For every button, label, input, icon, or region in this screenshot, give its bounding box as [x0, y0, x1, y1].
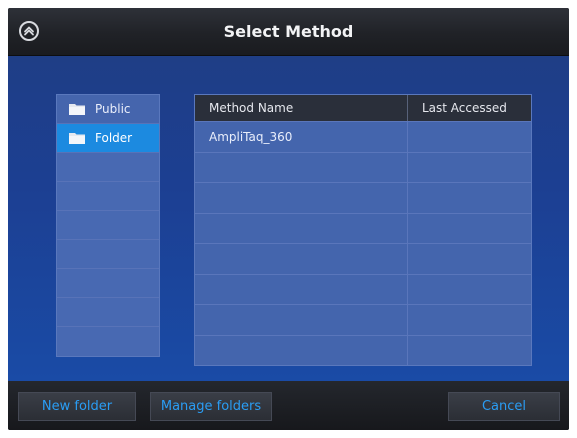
table-row[interactable]: AmpliTaq_360 [195, 121, 531, 152]
column-header-method-name[interactable]: Method Name [195, 95, 408, 121]
folder-item-empty [57, 269, 159, 298]
last-accessed-cell [408, 214, 531, 244]
last-accessed-cell [408, 244, 531, 274]
chevron-up-icon [24, 26, 34, 36]
table-header: Method Name Last Accessed [195, 95, 531, 121]
method-name-cell [195, 183, 408, 213]
table-row [195, 273, 531, 305]
table-row [195, 243, 531, 274]
folder-list: Public Folder [56, 94, 160, 357]
method-name-cell [195, 305, 408, 335]
method-name-cell [195, 152, 408, 182]
folder-item-public[interactable]: Public [57, 95, 159, 124]
folder-icon [69, 104, 85, 115]
folder-icon [69, 133, 85, 144]
last-accessed-cell [408, 336, 531, 366]
page-title: Select Method [223, 22, 354, 41]
table-row [195, 212, 531, 244]
folder-item-empty [57, 211, 159, 240]
table-row [195, 182, 531, 213]
column-header-last-accessed[interactable]: Last Accessed [408, 95, 531, 121]
folder-item-empty [57, 327, 159, 356]
last-accessed-cell [408, 275, 531, 305]
table-row [195, 151, 531, 183]
folder-item-empty [57, 240, 159, 269]
folder-item-label: Public [95, 102, 131, 116]
table-row [195, 334, 531, 366]
last-accessed-cell [408, 183, 531, 213]
new-folder-button[interactable]: New folder [18, 392, 136, 421]
method-name-cell [195, 244, 408, 274]
last-accessed-cell [408, 122, 531, 152]
title-bar: Select Method [8, 8, 569, 56]
app-window: Select Method Public Folder Method Name … [8, 8, 569, 430]
method-name-cell [195, 335, 408, 365]
folder-item-folder[interactable]: Folder [57, 124, 159, 153]
folder-item-empty [57, 298, 159, 327]
method-name-cell [195, 213, 408, 243]
manage-folders-button[interactable]: Manage folders [150, 392, 272, 421]
bottom-bar: New folder Manage folders Cancel [8, 381, 569, 430]
cancel-button[interactable]: Cancel [448, 392, 560, 421]
table-row [195, 304, 531, 335]
last-accessed-cell [408, 153, 531, 183]
folder-item-empty [57, 182, 159, 211]
main-content: Public Folder Method Name Last Accessed [8, 56, 569, 381]
folder-item-label: Folder [95, 131, 133, 145]
method-table: Method Name Last Accessed AmpliTaq_360 [194, 94, 532, 366]
folder-item-empty [57, 153, 159, 182]
method-name-cell [195, 274, 408, 304]
home-icon[interactable] [19, 21, 39, 41]
last-accessed-cell [408, 305, 531, 335]
method-name-cell: AmpliTaq_360 [195, 122, 408, 152]
